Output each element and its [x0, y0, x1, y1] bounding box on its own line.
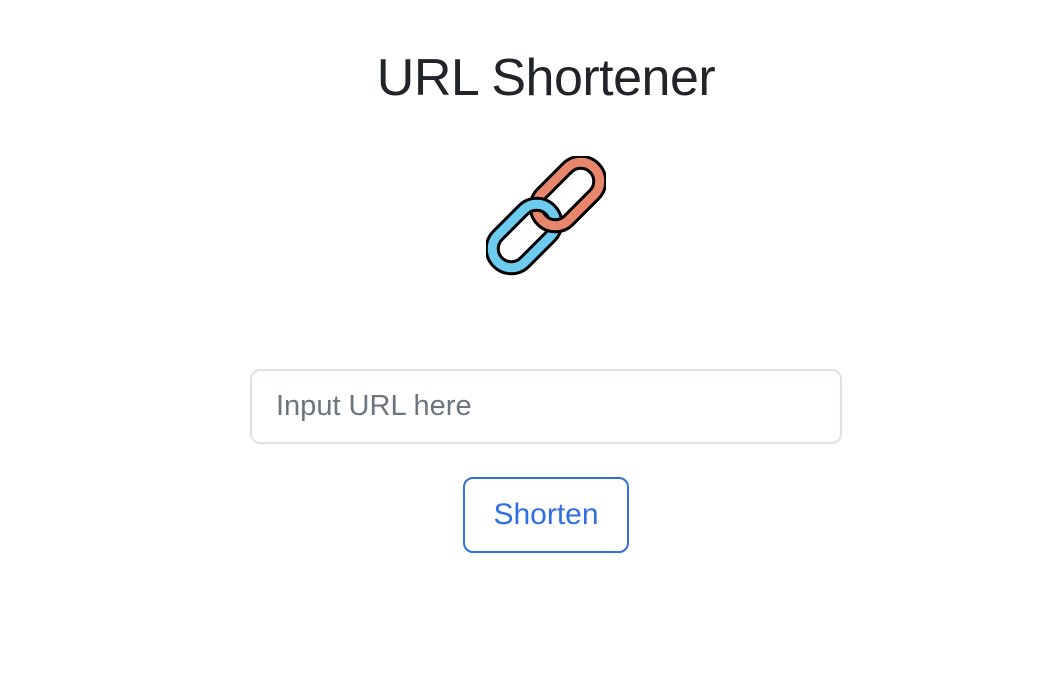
- shorten-button[interactable]: Shorten: [463, 477, 629, 553]
- link-icon: [484, 154, 608, 276]
- url-input[interactable]: [250, 369, 842, 444]
- page-title: URL Shortener: [376, 49, 716, 107]
